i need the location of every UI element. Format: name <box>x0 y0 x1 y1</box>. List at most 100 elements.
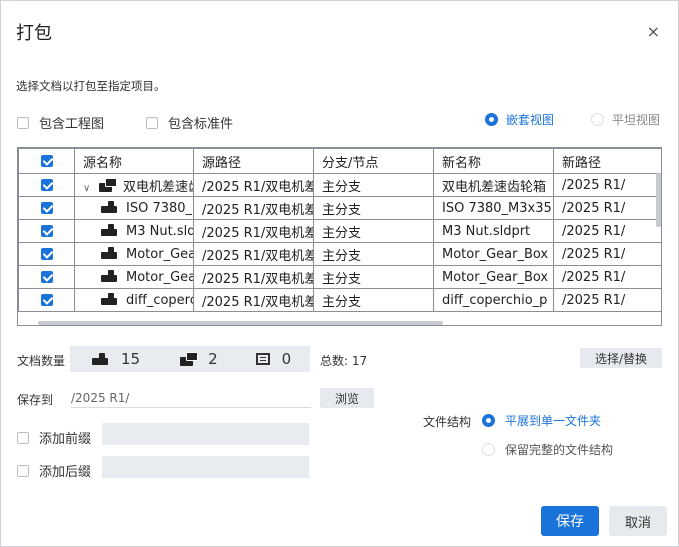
include-drawings-checkbox[interactable] <box>17 116 29 129</box>
source-name-cell: M3 Nut.sldprt <box>74 219 194 243</box>
dialog-title: 打包 <box>16 23 52 44</box>
new-path-cell[interactable]: /2025 R1/ <box>553 288 661 312</box>
source-path-cell: /2025 R1/双电机差速齿轮箱 <box>193 265 314 289</box>
row-checkbox[interactable] <box>40 294 53 306</box>
save-to-path[interactable]: /2025 R1/ <box>71 391 129 405</box>
select-all-cell[interactable] <box>18 148 75 174</box>
documents-table: 源名称 源路径 分支/节点 新名称 新路径 ∨双电机差速齿轮箱 /2025 R1… <box>17 147 662 326</box>
flat-view-radio[interactable] <box>591 113 604 126</box>
assembly-count: 2 <box>208 350 218 368</box>
new-name-cell[interactable]: M3 Nut.sldprt <box>433 219 554 243</box>
table-row[interactable]: diff_coperchio_p /2025 R1/双电机差速齿轮箱 主分支 d… <box>18 288 661 312</box>
new-path-cell[interactable]: /2025 R1/ <box>553 265 661 289</box>
close-icon[interactable]: × <box>647 22 660 41</box>
flat-view-label: 平坦视图 <box>612 113 661 127</box>
chevron-down-icon[interactable]: ∨ <box>83 183 93 194</box>
row-checkbox[interactable] <box>40 179 53 191</box>
new-name-cell[interactable]: Motor_Gear_Box <box>433 265 554 289</box>
source-name-cell: Motor_Gear_Box <box>74 242 194 266</box>
row-checkbox[interactable] <box>40 248 53 260</box>
add-prefix-option[interactable]: 添加前缀 <box>17 428 91 447</box>
add-suffix-checkbox[interactable] <box>17 464 29 477</box>
browse-button[interactable]: 浏览 <box>320 388 374 408</box>
new-name-cell[interactable]: Motor_Gear_Box <box>433 242 554 266</box>
keep-structure-label: 保留完整的文件结构 <box>505 443 614 457</box>
col-header-new-path[interactable]: 新路径 <box>553 148 661 174</box>
file-structure-label: 文件结构 <box>423 415 472 429</box>
source-path-cell: /2025 R1/双电机差速齿轮箱 <box>193 288 314 312</box>
part-icon <box>101 200 118 213</box>
table-row[interactable]: Motor_Gear_Box /2025 R1/双电机差速齿轮箱 主分支 Mot… <box>18 265 661 289</box>
document-counts: 15 2 0 <box>70 346 310 372</box>
vertical-scrollbar[interactable] <box>656 173 661 227</box>
drawing-icon <box>255 353 270 365</box>
col-header-source-path[interactable]: 源路径 <box>193 148 314 174</box>
flatten-folder-option[interactable]: 平展到单一文件夹 <box>482 412 601 429</box>
branch-cell: 主分支 <box>313 219 434 243</box>
include-drawings-option[interactable]: 包含工程图 <box>17 113 104 132</box>
col-header-source-name[interactable]: 源名称 <box>74 148 194 174</box>
part-icon <box>101 269 118 282</box>
table-row[interactable]: M3 Nut.sldprt /2025 R1/双电机差速齿轮箱 主分支 M3 N… <box>18 219 661 243</box>
new-name-cell[interactable]: ISO 7380_M3x35 <box>433 196 554 220</box>
add-suffix-label: 添加后缀 <box>39 465 92 480</box>
assembly-icon <box>180 352 199 366</box>
source-path-cell: /2025 R1/双电机差速齿轮箱 <box>193 242 314 266</box>
source-name-cell: diff_coperchio_p <box>74 288 194 312</box>
flatten-folder-radio[interactable] <box>482 414 495 427</box>
pack-dialog: 打包 × 选择文档以打包至指定项目。 包含工程图 包含标准件 嵌套视图 平坦视图… <box>0 0 679 547</box>
branch-cell: 主分支 <box>313 173 434 197</box>
col-header-new-name[interactable]: 新名称 <box>433 148 554 174</box>
table-row[interactable]: ISO 7380_M3x35 /2025 R1/双电机差速齿轮箱 主分支 ISO… <box>18 196 661 220</box>
include-standard-label: 包含标准件 <box>168 117 234 132</box>
new-name-cell[interactable]: 双电机差速齿轮箱 <box>433 173 554 197</box>
keep-structure-option[interactable]: 保留完整的文件结构 <box>482 441 613 458</box>
part-count: 15 <box>121 350 141 368</box>
horizontal-scrollbar[interactable] <box>38 321 443 325</box>
include-standard-option[interactable]: 包含标准件 <box>146 113 233 132</box>
drawing-count: 0 <box>281 350 292 368</box>
table-header-row: 源名称 源路径 分支/节点 新名称 新路径 <box>18 148 661 174</box>
keep-structure-radio[interactable] <box>482 443 495 456</box>
new-path-cell[interactable]: /2025 R1/ <box>553 173 661 197</box>
new-name-cell[interactable]: diff_coperchio_p <box>433 288 554 312</box>
add-suffix-option[interactable]: 添加后缀 <box>17 461 91 480</box>
save-button[interactable]: 保存 <box>541 506 599 536</box>
table-row[interactable]: Motor_Gear_Box /2025 R1/双电机差速齿轮箱 主分支 Mot… <box>18 242 661 266</box>
source-name-cell: ∨双电机差速齿轮箱 <box>74 173 194 197</box>
instruction-text: 选择文档以打包至指定项目。 <box>16 79 166 93</box>
new-path-cell[interactable]: /2025 R1/ <box>553 196 661 220</box>
select-replace-button[interactable]: 选择/替换 <box>580 348 662 368</box>
source-name-cell: ISO 7380_M3x35 <box>74 196 194 220</box>
select-all-checkbox[interactable] <box>40 155 53 167</box>
table-row[interactable]: ∨双电机差速齿轮箱 /2025 R1/双电机差速齿轮箱 主分支 双电机差速齿轮箱… <box>18 173 661 197</box>
nested-view-radio[interactable] <box>485 113 498 126</box>
total-count: 总数: 17 <box>320 354 368 368</box>
cancel-button[interactable]: 取消 <box>609 506 667 536</box>
part-icon <box>101 292 118 305</box>
source-path-cell: /2025 R1/双电机差速齿轮箱 <box>193 219 314 243</box>
row-checkbox[interactable] <box>40 225 53 237</box>
source-path-cell: /2025 R1/双电机差速齿轮箱 <box>193 196 314 220</box>
branch-cell: 主分支 <box>313 196 434 220</box>
prefix-input[interactable] <box>102 423 309 445</box>
new-path-cell[interactable]: /2025 R1/ <box>553 219 661 243</box>
assembly-icon <box>99 177 117 192</box>
nested-view-label: 嵌套视图 <box>506 113 555 127</box>
part-icon <box>101 223 118 236</box>
suffix-input[interactable] <box>102 456 309 478</box>
include-standard-checkbox[interactable] <box>146 116 158 129</box>
source-path-cell: /2025 R1/双电机差速齿轮箱 <box>193 173 314 197</box>
flat-view-option[interactable]: 平坦视图 <box>591 111 660 128</box>
row-checkbox[interactable] <box>40 202 53 214</box>
add-prefix-label: 添加前缀 <box>39 432 92 447</box>
source-name-cell: Motor_Gear_Box <box>74 265 194 289</box>
part-icon <box>92 353 109 365</box>
save-to-underline <box>71 407 311 408</box>
nested-view-option[interactable]: 嵌套视图 <box>485 111 554 128</box>
document-count-label: 文档数量 <box>17 354 66 368</box>
add-prefix-checkbox[interactable] <box>17 431 29 444</box>
new-path-cell[interactable]: /2025 R1/ <box>553 242 661 266</box>
row-checkbox[interactable] <box>40 271 53 283</box>
col-header-branch[interactable]: 分支/节点 <box>313 148 434 174</box>
